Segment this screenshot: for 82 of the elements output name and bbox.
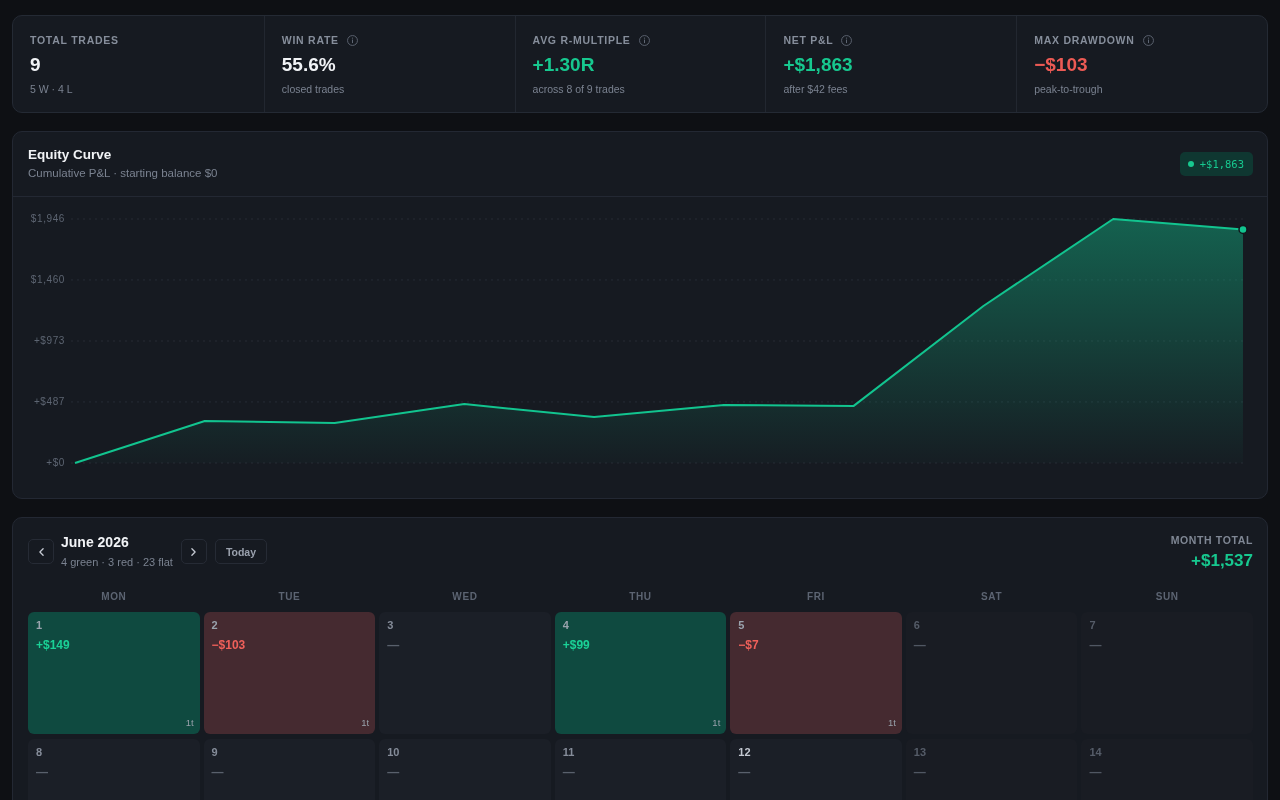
day-number: 9 bbox=[211, 747, 218, 758]
day-number: 14 bbox=[1089, 747, 1102, 758]
trade-count: 1t bbox=[887, 717, 896, 728]
chart-title: Equity Curve bbox=[28, 147, 113, 163]
month-total-label: MONTH TOTAL bbox=[1170, 534, 1253, 547]
month-summary: 4 green · 3 red · 23 flat bbox=[61, 555, 173, 569]
stat-value: 55.6% bbox=[281, 54, 337, 76]
calendar-day-cell[interactable]: 8 — bbox=[28, 739, 200, 800]
weekday-label: WED bbox=[451, 591, 479, 603]
status-dot-icon bbox=[1187, 160, 1194, 167]
day-number: 2 bbox=[211, 620, 218, 631]
day-number: 13 bbox=[913, 747, 927, 758]
stat-label: WIN RATE bbox=[281, 33, 339, 47]
day-pnl: +$149 bbox=[36, 638, 70, 652]
y-axis-label: +$973 bbox=[33, 334, 65, 346]
weekday-label: MON bbox=[100, 591, 128, 603]
month-total-value: +$1,537 bbox=[1190, 551, 1253, 571]
stat-value: −$103 bbox=[1034, 54, 1089, 76]
y-axis-label: +$487 bbox=[33, 395, 65, 407]
prev-month-button[interactable] bbox=[28, 539, 54, 564]
day-pnl: — bbox=[913, 638, 926, 652]
stat-note: 5 W · 4 L bbox=[30, 83, 74, 96]
stat-note: across 8 of 9 trades bbox=[532, 83, 626, 96]
day-number: 4 bbox=[562, 620, 569, 631]
day-pnl: — bbox=[387, 765, 400, 779]
calendar-day-cell[interactable]: 12 — bbox=[730, 739, 902, 800]
day-number: 7 bbox=[1089, 620, 1096, 631]
day-pnl: — bbox=[1089, 765, 1102, 779]
today-button[interactable]: Today bbox=[214, 539, 268, 564]
stat-note: after $42 fees bbox=[783, 83, 849, 96]
day-number: 11 bbox=[562, 747, 575, 758]
day-number: 8 bbox=[36, 747, 43, 758]
y-axis-label: +$0 bbox=[46, 456, 65, 468]
weekday-label: SUN bbox=[1154, 591, 1180, 603]
weekday-label: TUE bbox=[277, 591, 302, 603]
day-pnl: — bbox=[562, 765, 575, 779]
day-number: 10 bbox=[387, 747, 400, 758]
day-pnl: −$103 bbox=[211, 638, 246, 652]
calendar-day-cell[interactable]: 5 −$7 1t bbox=[730, 612, 902, 734]
chevron-right-icon bbox=[191, 547, 197, 556]
calendar-day-cell[interactable]: 4 +$99 1t bbox=[554, 612, 727, 734]
day-number: 5 bbox=[738, 620, 745, 631]
month-title: June 2026 bbox=[61, 534, 130, 551]
y-axis-label: $1,460 bbox=[30, 273, 65, 285]
stat-note: peak-to-trough bbox=[1034, 83, 1104, 96]
calendar-day-cell[interactable]: 10 — bbox=[379, 739, 551, 800]
day-pnl: −$7 bbox=[738, 638, 759, 652]
weekday-label: FRI bbox=[806, 591, 826, 603]
stat-value: +$1,863 bbox=[783, 54, 854, 76]
badge-value: +$1,863 bbox=[1199, 157, 1244, 170]
day-pnl: +$99 bbox=[562, 638, 590, 652]
day-pnl: — bbox=[738, 765, 751, 779]
calendar-day-cell[interactable]: 11 — bbox=[554, 739, 727, 800]
stat-label: MAX DRAWDOWN bbox=[1034, 33, 1135, 47]
stat-label: NET P&L bbox=[783, 33, 834, 47]
trade-count: 1t bbox=[185, 717, 194, 728]
trade-count: 1t bbox=[712, 717, 721, 728]
calendar-day-cell[interactable]: 3 — bbox=[379, 612, 551, 734]
chart-subtitle: Cumulative P&L · starting balance $0 bbox=[28, 166, 218, 180]
day-number: 12 bbox=[738, 747, 751, 758]
calendar-day-cell[interactable]: 2 −$103 1t bbox=[203, 612, 376, 734]
day-pnl: — bbox=[1089, 638, 1102, 652]
stat-label: AVG R-MULTIPLE bbox=[532, 33, 631, 47]
y-axis-label: $1,946 bbox=[30, 212, 65, 224]
weekday-label: THU bbox=[628, 591, 653, 603]
chevron-left-icon bbox=[38, 547, 44, 556]
trade-count: 1t bbox=[361, 717, 370, 728]
day-pnl: — bbox=[211, 765, 224, 779]
stat-value: +1.30R bbox=[532, 54, 596, 76]
stat-label: TOTAL TRADES bbox=[30, 33, 119, 47]
day-number: 6 bbox=[913, 620, 920, 631]
weekday-label: SAT bbox=[980, 591, 1004, 603]
stat-note: closed trades bbox=[281, 83, 346, 96]
day-pnl: — bbox=[387, 638, 400, 652]
calendar-day-cell[interactable]: 1 +$149 1t bbox=[28, 612, 200, 734]
day-pnl: — bbox=[36, 765, 48, 779]
calendar-day-cell[interactable]: 9 — bbox=[203, 739, 376, 800]
day-number: 1 bbox=[36, 620, 43, 631]
day-pnl: — bbox=[913, 765, 926, 779]
stat-value: 9 bbox=[30, 54, 42, 76]
next-month-button[interactable] bbox=[180, 539, 207, 564]
day-number: 3 bbox=[387, 620, 394, 631]
